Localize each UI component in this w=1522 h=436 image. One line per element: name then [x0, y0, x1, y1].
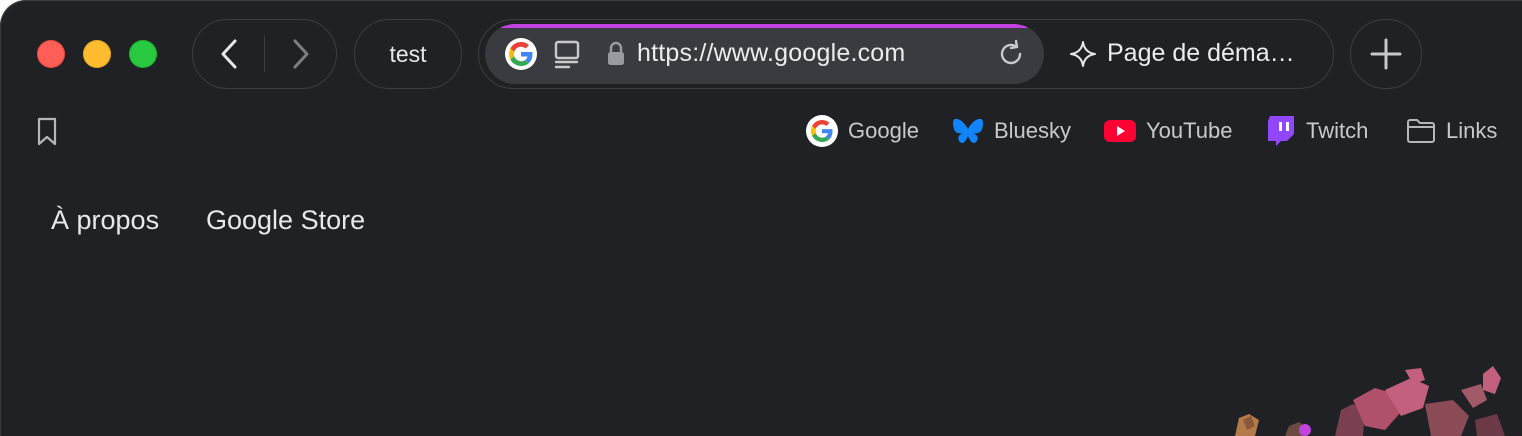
- google-g-icon: [505, 38, 537, 70]
- bookmark-google[interactable]: Google: [806, 114, 919, 148]
- startpage-tab[interactable]: Page de déma…: [1069, 20, 1295, 87]
- browser-window: test https://www.google.com Page de déma…: [0, 0, 1522, 436]
- pinned-tab-label: test: [389, 40, 427, 67]
- twitch-icon: [1268, 116, 1294, 146]
- new-tab-button[interactable]: [1350, 19, 1422, 89]
- bookmark-folder-links[interactable]: Links: [1406, 114, 1497, 148]
- bookmark-twitch[interactable]: Twitch: [1266, 114, 1368, 148]
- bookmark-youtube[interactable]: YouTube: [1104, 114, 1232, 148]
- bookmark-label: Bluesky: [994, 118, 1072, 143]
- startpage-tab-label: Page de déma…: [1107, 39, 1295, 67]
- bookmark-icon[interactable]: [35, 117, 59, 147]
- address-bar[interactable]: https://www.google.com: [485, 24, 1044, 84]
- close-window-button[interactable]: [37, 40, 65, 68]
- sparkle-icon: [1070, 40, 1096, 67]
- chevron-right-icon: [293, 39, 309, 68]
- minimize-window-button[interactable]: [83, 40, 111, 68]
- bookmarks-bar: Google Bluesky YouTube Twitch Links: [0, 108, 1522, 154]
- youtube-icon: [1104, 120, 1136, 142]
- url-text: https://www.google.com: [637, 39, 906, 67]
- nav-link-about[interactable]: À propos: [51, 205, 159, 236]
- nav-link-google-store[interactable]: Google Store: [206, 205, 365, 236]
- google-icon: [806, 115, 838, 147]
- bluesky-icon: [953, 118, 983, 144]
- folder-icon: [1407, 119, 1435, 143]
- address-tab-group: https://www.google.com Page de déma…: [478, 19, 1334, 89]
- bookmark-bluesky[interactable]: Bluesky: [952, 114, 1071, 148]
- chevron-left-icon: [221, 39, 237, 68]
- reader-mode-icon[interactable]: [553, 40, 581, 70]
- back-button[interactable]: [193, 20, 265, 87]
- browser-toolbar: test https://www.google.com Page de déma…: [0, 0, 1522, 108]
- bookmark-label: Twitch: [1306, 118, 1369, 143]
- bookmark-label: Links: [1446, 118, 1498, 143]
- bookmark-label: YouTube: [1146, 118, 1233, 143]
- lock-icon[interactable]: [607, 41, 625, 67]
- doodle-illustration: [1235, 366, 1505, 436]
- bookmark-label: Google: [848, 118, 919, 143]
- navigation-buttons: [192, 19, 337, 89]
- plus-icon: [1370, 38, 1402, 70]
- reload-icon[interactable]: [995, 38, 1027, 70]
- loading-progress-bar: [485, 24, 1028, 28]
- maximize-window-button[interactable]: [129, 40, 157, 68]
- pinned-tab[interactable]: test: [354, 19, 462, 89]
- forward-button[interactable]: [265, 20, 337, 87]
